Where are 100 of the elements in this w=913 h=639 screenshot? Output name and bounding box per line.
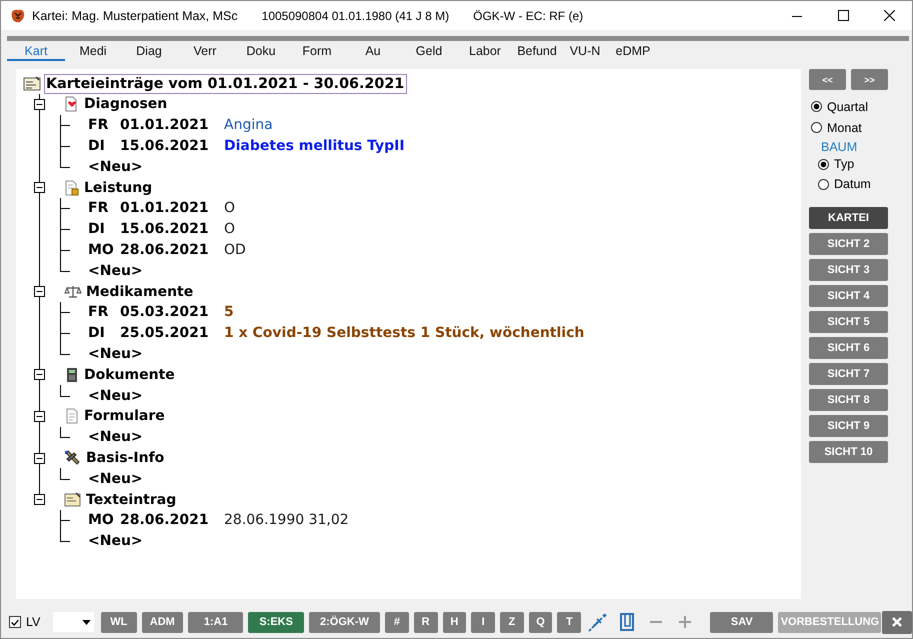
checkbox-label[interactable]: LV [26,615,40,629]
new-entry-item[interactable]: <Neu> [88,346,143,362]
entry-text[interactable]: Angina [224,117,273,134]
tab[interactable]: Doku [233,41,289,61]
toolbar-button[interactable]: Z [500,612,524,632]
nav-button[interactable]: << [809,69,846,90]
radio-label[interactable]: Typ [834,157,854,171]
cabinet-icon [64,366,80,383]
toolbar-button[interactable]: 1:A1 [188,612,244,632]
entry-text[interactable]: O [224,221,236,238]
category-label[interactable]: Dokumente [84,366,175,383]
dropdown[interactable] [53,612,94,632]
tab[interactable]: Diag [121,41,177,61]
tab[interactable]: Labor [457,41,513,61]
category-label[interactable]: Medikamente [86,284,194,300]
category-label[interactable]: Basis-Info [86,450,164,466]
radio-label[interactable]: Quartal [827,100,868,114]
weekday: DI [88,325,106,342]
close-icon [884,10,894,21]
entry-date: 15.06.2021 [120,138,210,154]
view-button[interactable]: SICHT 5 [809,311,888,333]
scale-icon [64,284,82,300]
entry-date: 28.06.2021 [120,242,210,258]
radio-button[interactable] [818,158,829,170]
collapse-icon[interactable] [34,410,45,422]
weekday: DI [88,221,106,238]
category-label[interactable]: Formulare [84,408,165,424]
window-title: Kartei: Mag. Musterpatient Max, MSc [32,8,238,22]
view-button[interactable]: KARTEI [809,207,888,229]
collapse-icon[interactable] [34,494,45,506]
notepad-icon [64,492,82,508]
entry-text[interactable]: 1 x Covid-19 Selbsttests 1 Stück, wöchentlich [224,325,584,342]
view-button[interactable]: SICHT 7 [809,363,888,385]
new-entry-item[interactable]: <Neu> [88,388,143,404]
new-entry-item[interactable]: <Neu> [88,470,143,487]
view-button[interactable]: SICHT 6 [809,337,888,359]
syringe-icon[interactable] [588,612,608,632]
radio-button[interactable] [811,122,822,133]
new-entry-item[interactable]: <Neu> [88,429,143,446]
entry-date: 01.01.2021 [120,117,210,134]
tab[interactable]: Kart [7,41,65,61]
tab[interactable]: Au [345,41,401,61]
radio-button[interactable] [811,101,822,112]
notepad-icon [23,76,41,92]
new-entry-item[interactable]: <Neu> [88,533,143,550]
nav-button[interactable]: >> [851,69,888,90]
toolbar-button[interactable]: H [442,612,466,632]
category-label[interactable]: Texteintrag [86,492,176,508]
tab[interactable]: VU-N [561,41,609,61]
entry-text[interactable]: Diabetes mellitus TypII [224,138,405,154]
toolbar-button[interactable]: SAV [710,612,774,632]
category-label[interactable]: Diagnosen [84,96,168,112]
radio-button[interactable] [818,178,829,190]
radio-label[interactable]: Datum [834,177,871,191]
entry-text[interactable]: OD [224,242,246,258]
tab[interactable]: Form [289,41,345,61]
entry-date: 25.05.2021 [120,325,210,342]
collapse-icon[interactable] [34,99,45,110]
new-entry-item[interactable]: <Neu> [88,158,143,175]
weekday: FR [88,304,110,320]
patient-info: 1005090804 01.01.1980 (41 J 8 M) [262,8,450,22]
view-button[interactable]: SICHT 9 [809,415,888,437]
toolbar-button[interactable]: S:EKS [248,612,304,632]
tab[interactable]: eDMP [609,41,657,61]
category-label[interactable]: Leistung [84,180,152,196]
view-button[interactable]: SICHT 2 [809,233,888,255]
tree-title[interactable]: Karteieinträge vom 01.01.2021 - 30.06.2021 [44,74,408,94]
view-button[interactable]: SICHT 8 [809,389,888,411]
toolbar-button: VORBESTELLUNG [778,612,882,632]
document-icon [64,180,80,196]
view-button[interactable]: SICHT 10 [809,441,888,463]
radio-label[interactable]: Monat [827,120,862,134]
toolbar-button[interactable]: R [414,612,438,632]
collapse-icon[interactable] [34,452,45,464]
collapse-icon[interactable] [34,182,45,194]
entry-text[interactable]: 28.06.1990 31,02 [224,512,349,528]
collapse-icon[interactable] [34,286,45,298]
toolbar-button[interactable]: WL [100,612,137,632]
checkbox[interactable] [9,616,21,628]
toolbar-button[interactable]: ADM [142,612,184,632]
tab[interactable]: Befund [513,41,561,61]
view-button[interactable]: SICHT 3 [809,259,888,281]
tab[interactable]: Medi [65,41,121,61]
document-icon [64,408,80,424]
view-button[interactable]: SICHT 4 [809,285,888,307]
weekday: FR [88,117,110,134]
toolbar-button[interactable]: I [471,612,495,632]
entry-date: 15.06.2021 [120,221,210,238]
toolbar-button[interactable]: 2:ÖGK-W [308,612,380,632]
weekday: DI [88,138,106,154]
toolbar-button[interactable]: T [557,612,582,632]
maximize-icon [838,10,848,21]
entry-text[interactable]: O [224,200,236,216]
new-entry-item[interactable]: <Neu> [88,262,143,279]
toolbar-button[interactable]: Q [528,612,552,632]
entry-text[interactable]: 5 [224,304,234,320]
collapse-icon[interactable] [34,369,45,380]
tab[interactable]: Verr [177,41,233,61]
tab[interactable]: Geld [401,41,457,61]
toolbar-button[interactable]: # [385,612,409,632]
